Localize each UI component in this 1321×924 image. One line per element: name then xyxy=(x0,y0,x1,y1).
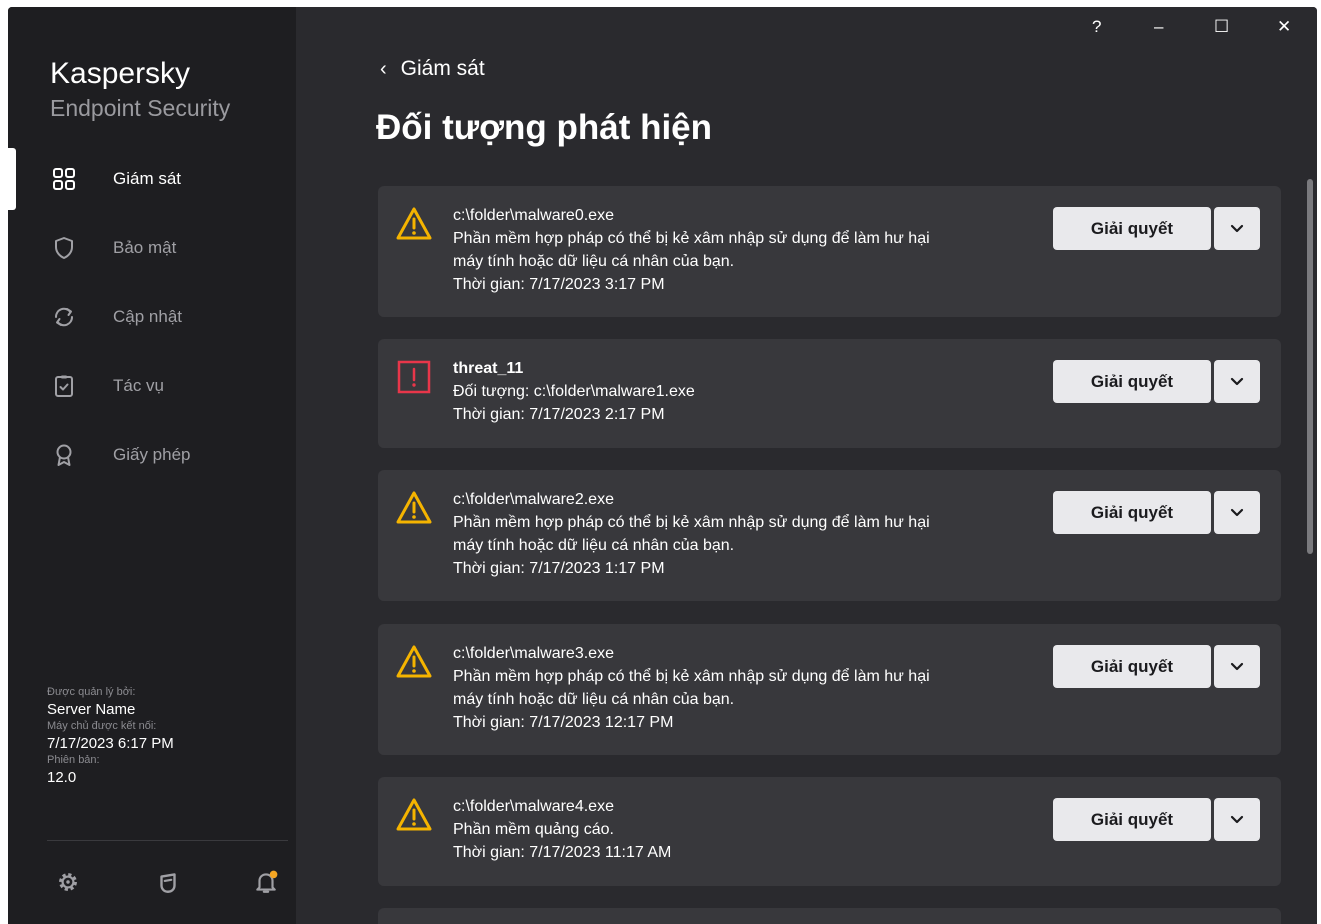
sidebar-item-monitoring[interactable]: Giám sát xyxy=(8,152,296,206)
detection-description-cont: máy tính hoặc dữ liệu cá nhân của bạn. xyxy=(453,253,735,270)
detection-time: Thời gian: 7/17/2023 11:17 AM xyxy=(453,844,672,861)
detection-card: c:\folder\malware4.exe Phần mềm quảng cá… xyxy=(378,777,1281,886)
management-info: Được quản lý bởi: Server Name Máy chủ đư… xyxy=(47,685,174,787)
warning-icon xyxy=(396,207,432,240)
sidebar-item-label: Bảo mật xyxy=(113,238,177,257)
minimize-button[interactable]: – xyxy=(1154,17,1163,37)
sidebar-item-update[interactable]: Cập nhật xyxy=(8,290,296,344)
chevron-down-icon xyxy=(1230,662,1244,670)
resolve-options-dropdown[interactable] xyxy=(1214,207,1260,250)
detection-description-cont: máy tính hoặc dữ liệu cá nhân của bạn. xyxy=(453,691,735,708)
notifications-icon[interactable] xyxy=(253,869,279,895)
sidebar: Kaspersky Endpoint Security Giám sát Bảo… xyxy=(8,7,296,924)
detection-time: Thời gian: 7/17/2023 1:17 PM xyxy=(453,560,665,577)
back-label: Giám sát xyxy=(400,57,485,80)
help-button[interactable]: ? xyxy=(1092,17,1101,37)
detection-details: c:\folder\malware2.exe Phần mềm hợp pháp… xyxy=(453,488,1033,580)
detection-object: c:\folder\malware0.exe xyxy=(453,207,614,224)
version-value: 12.0 xyxy=(47,769,77,786)
dashboard-icon xyxy=(53,168,75,190)
brand-name: Kaspersky xyxy=(50,57,191,90)
threat-name: threat_11 xyxy=(453,360,524,377)
app-window: Kaspersky Endpoint Security Giám sát Bảo… xyxy=(8,7,1317,924)
detection-card: c:\folder\malware3.exe Phần mềm hợp pháp… xyxy=(378,624,1281,755)
detection-details: c:\folder\malware3.exe Phần mềm hợp pháp… xyxy=(453,642,1033,734)
connected-label: Máy chủ được kết nối: xyxy=(47,720,157,732)
main-panel: ? – ☐ ✕ ‹ Giám sát Đối tượng phát hiện c… xyxy=(296,7,1317,924)
detection-description-cont: máy tính hoặc dữ liệu cá nhân của bạn. xyxy=(453,537,735,554)
tasks-icon xyxy=(55,375,73,397)
settings-icon[interactable] xyxy=(55,869,81,895)
refresh-icon xyxy=(54,307,74,327)
maximize-button[interactable]: ☐ xyxy=(1214,17,1229,37)
detection-card: c:\folder\malware2.exe Phần mềm hợp pháp… xyxy=(378,470,1281,601)
detection-card-partial xyxy=(378,908,1281,924)
detection-details: c:\folder\malware0.exe Phần mềm hợp pháp… xyxy=(453,204,1033,296)
chevron-down-icon xyxy=(1230,508,1244,516)
warning-icon xyxy=(396,645,432,678)
resolve-button[interactable]: Giải quyết xyxy=(1053,645,1211,688)
close-button[interactable]: ✕ xyxy=(1277,17,1291,37)
footer-divider xyxy=(47,840,288,841)
chevron-down-icon xyxy=(1230,377,1244,385)
detection-time: Thời gian: 7/17/2023 2:17 PM xyxy=(453,406,665,423)
sidebar-item-label: Giấy phép xyxy=(113,445,191,464)
product-name: Endpoint Security xyxy=(50,95,231,121)
sidebar-item-label: Giám sát xyxy=(113,169,182,188)
shield-icon xyxy=(55,237,73,259)
chevron-down-icon xyxy=(1230,815,1244,823)
back-link[interactable]: ‹ Giám sát xyxy=(380,57,485,81)
detection-details: threat_11 Đối tượng: c:\folder\malware1.… xyxy=(453,357,1033,426)
resolve-options-dropdown[interactable] xyxy=(1214,491,1260,534)
sidebar-item-label: Cập nhật xyxy=(113,307,182,326)
detection-card: c:\folder\malware0.exe Phần mềm hợp pháp… xyxy=(378,186,1281,317)
chevron-down-icon xyxy=(1230,224,1244,232)
detection-time: Thời gian: 7/17/2023 3:17 PM xyxy=(453,276,665,293)
detection-object: c:\folder\malware4.exe xyxy=(453,798,614,815)
sidebar-item-security[interactable]: Bảo mật xyxy=(8,221,296,275)
sidebar-item-label: Tác vụ xyxy=(113,376,165,395)
detection-description: Phần mềm hợp pháp có thể bị kẻ xâm nhập … xyxy=(453,668,930,685)
connected-value: 7/17/2023 6:17 PM xyxy=(47,735,174,752)
detection-object: Đối tượng: c:\folder\malware1.exe xyxy=(453,383,695,400)
resolve-button[interactable]: Giải quyết xyxy=(1053,798,1211,841)
resolve-button[interactable]: Giải quyết xyxy=(1053,491,1211,534)
detection-description: Phần mềm hợp pháp có thể bị kẻ xâm nhập … xyxy=(453,514,930,531)
detection-object: c:\folder\malware3.exe xyxy=(453,645,614,662)
sidebar-item-tasks[interactable]: Tác vụ xyxy=(8,359,296,413)
resolve-options-dropdown[interactable] xyxy=(1214,798,1260,841)
warning-icon xyxy=(396,491,432,524)
managed-by-label: Được quản lý bởi: xyxy=(47,686,136,698)
scrollbar-thumb[interactable] xyxy=(1307,179,1313,554)
resolve-button[interactable]: Giải quyết xyxy=(1053,360,1211,403)
detection-details: c:\folder\malware4.exe Phần mềm quảng cá… xyxy=(453,795,1033,864)
managed-by-value: Server Name xyxy=(47,701,136,718)
resolve-button[interactable]: Giải quyết xyxy=(1053,207,1211,250)
support-icon[interactable] xyxy=(155,869,181,895)
version-label: Phiên bản: xyxy=(47,754,100,766)
resolve-options-dropdown[interactable] xyxy=(1214,645,1260,688)
sidebar-item-license[interactable]: Giấy phép xyxy=(8,428,296,482)
detection-description: Phần mềm quảng cáo. xyxy=(453,821,614,838)
warning-icon xyxy=(396,798,432,831)
license-icon xyxy=(56,444,72,466)
detection-object: c:\folder\malware2.exe xyxy=(453,491,614,508)
chevron-left-icon: ‹ xyxy=(380,57,387,80)
critical-threat-icon xyxy=(397,360,431,394)
page-title: Đối tượng phát hiện xyxy=(376,108,713,147)
detection-card: threat_11 Đối tượng: c:\folder\malware1.… xyxy=(378,339,1281,448)
detection-description: Phần mềm hợp pháp có thể bị kẻ xâm nhập … xyxy=(453,230,930,247)
resolve-options-dropdown[interactable] xyxy=(1214,360,1260,403)
detection-time: Thời gian: 7/17/2023 12:17 PM xyxy=(453,714,674,731)
